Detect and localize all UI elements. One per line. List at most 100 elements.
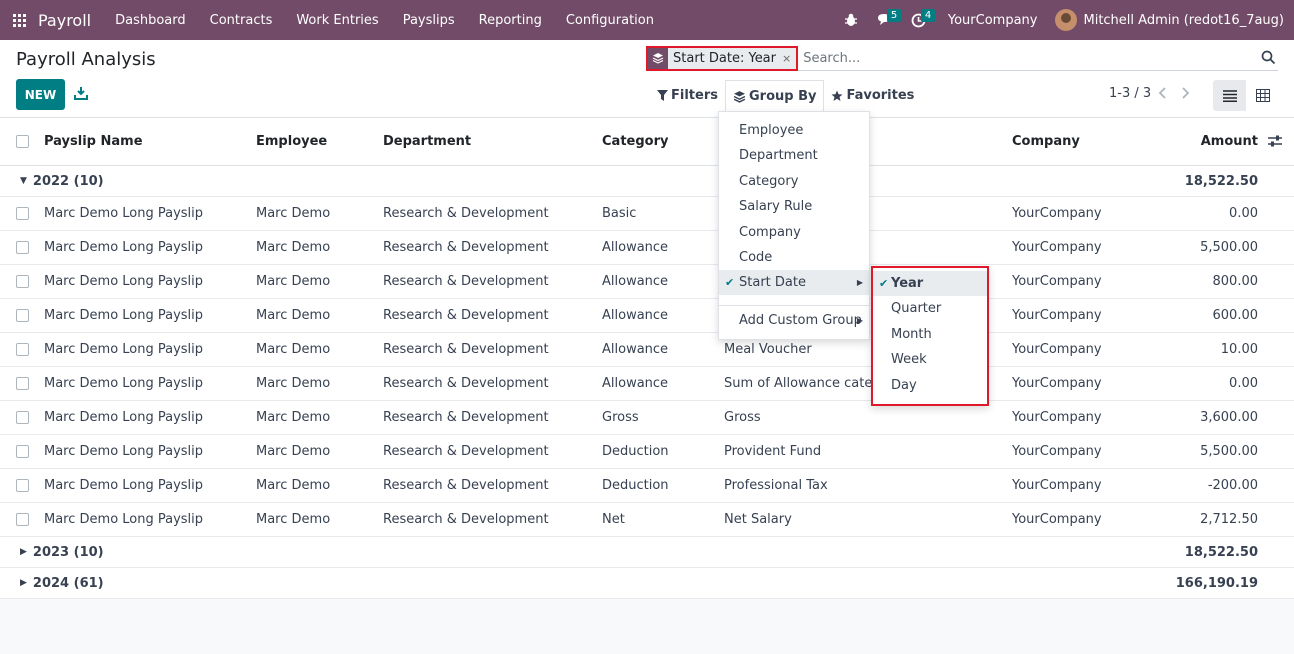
column-payslip-name[interactable]: Payslip Name: [44, 118, 143, 165]
interval-week[interactable]: Week: [873, 347, 987, 372]
cell-department: Research & Development: [383, 410, 549, 425]
column-amount[interactable]: Amount: [1150, 118, 1258, 165]
row-checkbox[interactable]: [16, 377, 29, 390]
groupby-company[interactable]: Company: [719, 220, 869, 245]
menu-reporting[interactable]: Reporting: [467, 13, 554, 28]
row-checkbox[interactable]: [16, 207, 29, 220]
dropdown-divider: [719, 305, 869, 306]
cell-category: Allowance: [602, 274, 669, 289]
user-avatar[interactable]: [1055, 9, 1078, 31]
group-row-2023[interactable]: ▶ 2023 (10) 18,522.50: [0, 537, 1294, 568]
chevron-left-icon[interactable]: [1156, 85, 1170, 101]
company-switcher[interactable]: YourCompany: [936, 13, 1056, 28]
cell-category: Allowance: [602, 342, 669, 357]
cell-amount: 2,712.50: [1200, 512, 1258, 527]
cell-department: Research & Development: [383, 342, 549, 357]
cell-name: Marc Demo Long Payslip: [44, 240, 204, 255]
menu-work-entries[interactable]: Work Entries: [284, 13, 390, 28]
select-all-checkbox[interactable]: [16, 135, 29, 148]
interval-year[interactable]: ✔ Year: [873, 271, 987, 296]
table-row[interactable]: Marc Demo Long Payslip Marc Demo Research …: [0, 435, 1294, 469]
interval-day[interactable]: Day: [873, 373, 987, 398]
table-row[interactable]: Marc Demo Long Payslip Marc Demo Research …: [0, 503, 1294, 537]
favorites-button[interactable]: Favorites: [824, 80, 921, 111]
optional-columns-icon[interactable]: [1268, 134, 1282, 152]
cell-employee: Marc Demo: [256, 410, 331, 425]
download-icon[interactable]: [74, 86, 90, 102]
group-by-label: Group By: [748, 89, 817, 104]
table-row[interactable]: Marc Demo Long Payslip Marc Demo Research …: [0, 231, 1294, 265]
search-facet-start-date[interactable]: Start Date: Year ×: [646, 45, 799, 71]
column-employee[interactable]: Employee: [256, 118, 327, 165]
groupby-salary-rule[interactable]: Salary Rule: [719, 194, 869, 219]
messages-icon[interactable]: 5: [868, 0, 902, 40]
cell-employee: Marc Demo: [256, 444, 331, 459]
search-icon[interactable]: [1261, 50, 1276, 69]
table-row[interactable]: Marc Demo Long Payslip Marc Demo Research …: [0, 265, 1294, 299]
cell-category: Deduction: [602, 444, 669, 459]
interval-quarter[interactable]: Quarter: [873, 296, 987, 321]
cell-rule: Gross: [724, 410, 761, 425]
column-department[interactable]: Department: [383, 118, 471, 165]
cell-category: Gross: [602, 410, 639, 425]
cell-rule: Provident Fund: [724, 444, 822, 459]
pager-value[interactable]: 1-3 / 3: [1109, 86, 1151, 101]
new-button[interactable]: NEW: [16, 79, 65, 110]
messages-count-badge: 5: [886, 9, 902, 22]
column-category[interactable]: Category: [602, 118, 668, 165]
layers-icon: [733, 91, 746, 103]
pivot-view-icon[interactable]: [1246, 80, 1279, 111]
apps-menu-icon[interactable]: [0, 0, 38, 40]
table-row[interactable]: Marc Demo Long Payslip Marc Demo Research …: [0, 299, 1294, 333]
cell-department: Research & Development: [383, 376, 549, 391]
interval-month[interactable]: Month: [873, 322, 987, 347]
search-bar: Start Date: Year ×: [646, 45, 1278, 71]
row-checkbox[interactable]: [16, 343, 29, 356]
groupby-category[interactable]: Category: [719, 169, 869, 194]
groupby-start-date[interactable]: ✔ Start Date ▶: [719, 270, 869, 295]
chevron-right-icon[interactable]: [1178, 85, 1192, 101]
user-menu[interactable]: Mitchell Admin (redot16_7aug): [1083, 13, 1294, 28]
group-row-2024[interactable]: ▶ 2024 (61) 166,190.19: [0, 568, 1294, 599]
groupby-code[interactable]: Code: [719, 245, 869, 270]
activities-count-badge: 4: [920, 9, 936, 22]
cell-name: Marc Demo Long Payslip: [44, 376, 204, 391]
group-by-button[interactable]: Group By: [724, 80, 825, 112]
caret-right-icon: ▶: [856, 316, 863, 325]
top-navbar: Payroll Dashboard Contracts Work Entries…: [0, 0, 1294, 40]
table-row[interactable]: Marc Demo Long Payslip Marc Demo Research …: [0, 401, 1294, 435]
cell-name: Marc Demo Long Payslip: [44, 308, 204, 323]
table-row[interactable]: Marc Demo Long Payslip Marc Demo Research …: [0, 367, 1294, 401]
bug-icon[interactable]: [834, 0, 868, 40]
row-checkbox[interactable]: [16, 445, 29, 458]
control-panel: Payroll Analysis NEW Start Date: Year × …: [0, 40, 1294, 118]
table-row[interactable]: Marc Demo Long Payslip Marc Demo Research …: [0, 197, 1294, 231]
column-company[interactable]: Company: [1012, 118, 1080, 165]
filters-button[interactable]: Filters: [650, 80, 725, 111]
group-row-2022[interactable]: ▼ 2022 (10) 18,522.50: [0, 166, 1294, 197]
list-view-icon[interactable]: [1213, 80, 1246, 111]
table-row[interactable]: Marc Demo Long Payslip Marc Demo Research …: [0, 469, 1294, 503]
activities-clock-icon[interactable]: 4: [902, 0, 936, 40]
app-brand[interactable]: Payroll: [38, 11, 91, 30]
add-custom-group[interactable]: Add Custom Group ▶: [719, 308, 869, 333]
cell-category: Allowance: [602, 308, 669, 323]
row-checkbox[interactable]: [16, 241, 29, 254]
menu-payslips[interactable]: Payslips: [391, 13, 467, 28]
menu-contracts[interactable]: Contracts: [198, 13, 285, 28]
row-checkbox[interactable]: [16, 411, 29, 424]
row-checkbox[interactable]: [16, 479, 29, 492]
group-label: 2022 (10): [32, 173, 104, 189]
menu-dashboard[interactable]: Dashboard: [103, 13, 198, 28]
groupby-employee[interactable]: Employee: [719, 118, 869, 143]
groupby-department[interactable]: Department: [719, 143, 869, 168]
row-checkbox[interactable]: [16, 275, 29, 288]
table-row[interactable]: Marc Demo Long Payslip Marc Demo Research …: [0, 333, 1294, 367]
menu-configuration[interactable]: Configuration: [554, 13, 666, 28]
facet-remove-icon[interactable]: ×: [782, 52, 796, 65]
row-checkbox[interactable]: [16, 309, 29, 322]
search-input[interactable]: [803, 50, 1254, 66]
row-checkbox[interactable]: [16, 513, 29, 526]
checkmark-icon: ✔: [725, 276, 735, 289]
payroll-table: Payslip Name Employee Department Categor…: [0, 118, 1294, 599]
